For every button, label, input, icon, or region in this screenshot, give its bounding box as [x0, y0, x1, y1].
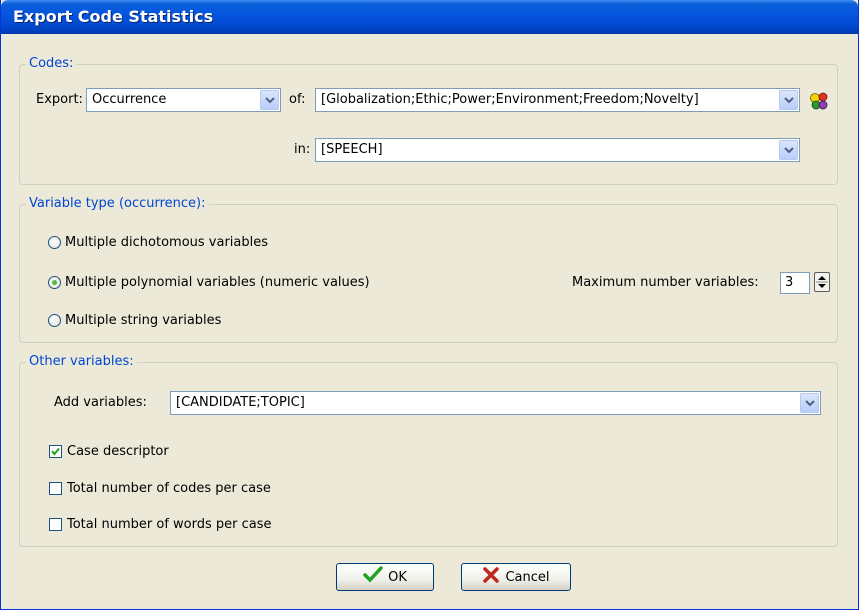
- radio-string[interactable]: Multiple string variables: [48, 313, 221, 328]
- codes-legend: Codes:: [26, 56, 77, 71]
- of-codes-select[interactable]: [Globalization;Ethic;Power;Environment;F…: [315, 88, 800, 112]
- checkbox-unchecked[interactable]: [49, 518, 62, 531]
- add-variables-select[interactable]: [CANDIDATE;TOPIC]: [170, 391, 821, 415]
- dialog-window: Export Code Statistics Codes: Export: Oc…: [0, 0, 859, 610]
- total-words-checkbox[interactable]: Total number of words per case: [49, 517, 272, 532]
- cancel-button[interactable]: Cancel: [461, 563, 571, 591]
- ok-button[interactable]: OK: [336, 563, 434, 591]
- of-label: of:: [289, 92, 306, 107]
- case-descriptor-checkbox[interactable]: Case descriptor: [49, 444, 169, 459]
- color-balls-icon[interactable]: [808, 90, 830, 112]
- cancel-button-label: Cancel: [505, 569, 550, 585]
- window-title: Export Code Statistics: [13, 7, 214, 26]
- checkbox-checked[interactable]: [49, 445, 62, 458]
- ok-button-label: OK: [388, 569, 407, 585]
- chevron-down-icon[interactable]: [800, 393, 819, 413]
- radio-polynomial-label: Multiple polynomial variables (numeric v…: [65, 275, 370, 290]
- checkbox-unchecked[interactable]: [49, 482, 62, 495]
- radio-polynomial[interactable]: Multiple polynomial variables (numeric v…: [48, 275, 370, 290]
- other-variables-group: Other variables: Add variables: [CANDIDA…: [19, 354, 838, 547]
- radio-dichotomous[interactable]: Multiple dichotomous variables: [48, 235, 268, 250]
- export-select-value: Occurrence: [92, 92, 167, 107]
- checkmark-icon: [363, 566, 383, 588]
- title-bar[interactable]: Export Code Statistics: [1, 0, 858, 34]
- in-select-value: [SPEECH]: [321, 142, 383, 157]
- max-variables-input[interactable]: 3: [780, 272, 810, 294]
- total-words-label: Total number of words per case: [67, 517, 272, 532]
- total-codes-label: Total number of codes per case: [67, 481, 271, 496]
- radio-dot-selected[interactable]: [48, 276, 61, 289]
- chevron-down-icon[interactable]: [779, 90, 798, 110]
- of-codes-value: [Globalization;Ethic;Power;Environment;F…: [321, 92, 699, 107]
- max-variables-label: Maximum number variables:: [572, 275, 759, 290]
- dialog-body: Codes: Export: Occurrence of: [Globaliza…: [5, 34, 854, 606]
- export-select[interactable]: Occurrence: [86, 88, 281, 112]
- radio-dot[interactable]: [48, 314, 61, 327]
- in-label: in:: [294, 142, 311, 157]
- add-variables-value: [CANDIDATE;TOPIC]: [176, 395, 305, 410]
- chevron-down-icon[interactable]: [779, 140, 798, 160]
- case-descriptor-label: Case descriptor: [67, 444, 169, 459]
- radio-dichotomous-label: Multiple dichotomous variables: [65, 235, 269, 250]
- variable-type-legend: Variable type (occurrence):: [26, 196, 209, 211]
- radio-dot[interactable]: [48, 236, 61, 249]
- chevron-down-icon[interactable]: [260, 90, 279, 110]
- codes-group: Codes: Export: Occurrence of: [Globaliza…: [19, 56, 838, 185]
- add-variables-label: Add variables:: [54, 395, 147, 410]
- x-icon: [482, 566, 500, 588]
- radio-string-label: Multiple string variables: [65, 313, 222, 328]
- other-variables-legend: Other variables:: [26, 354, 137, 369]
- max-variables-value: 3: [785, 275, 794, 290]
- variable-type-group: Variable type (occurrence): Multiple dic…: [19, 196, 838, 343]
- export-label: Export:: [36, 92, 83, 107]
- total-codes-checkbox[interactable]: Total number of codes per case: [49, 481, 271, 496]
- spinner-updown-icon[interactable]: [814, 272, 830, 292]
- in-select[interactable]: [SPEECH]: [315, 138, 800, 162]
